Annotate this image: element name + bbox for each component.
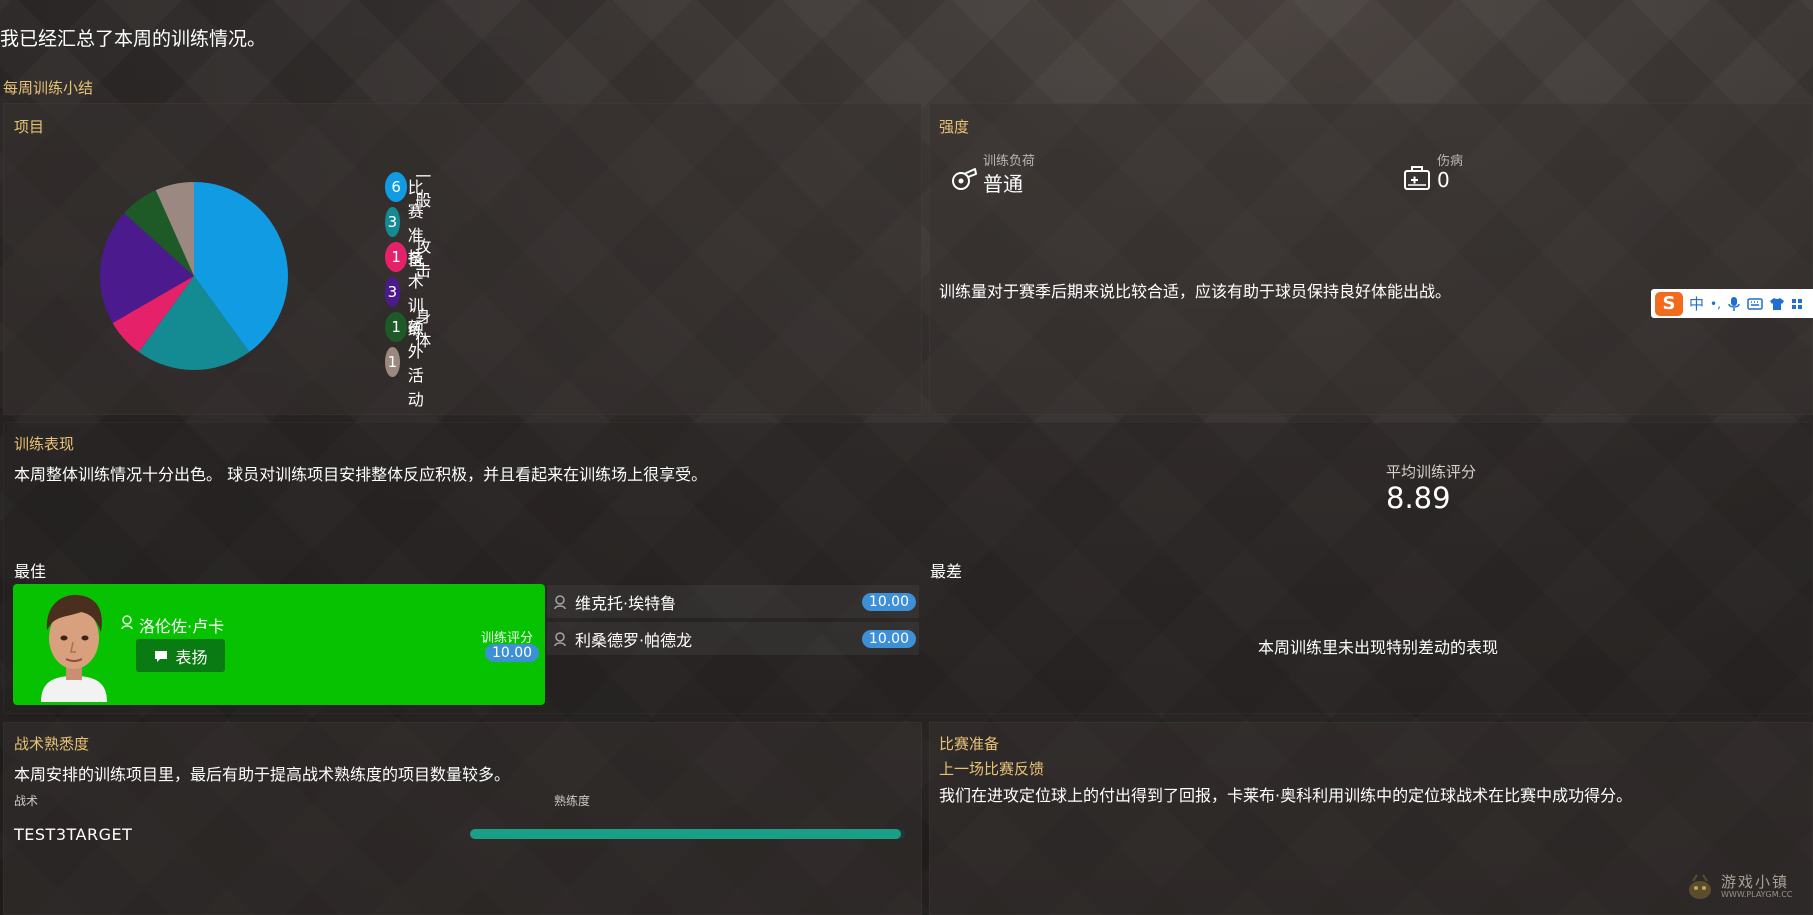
watermark: 游戏小镇 WWW.PLAYGM.CC bbox=[1685, 873, 1792, 901]
player-name[interactable]: 维克托·埃特鲁 bbox=[575, 590, 676, 614]
match-prep-title: 比赛准备 bbox=[939, 735, 1000, 753]
best-title: 最佳 bbox=[14, 562, 47, 581]
medical-kit-icon bbox=[1404, 166, 1430, 190]
average-rating-value: 8.89 bbox=[1386, 481, 1451, 515]
best-player-rating: 10.00 bbox=[485, 644, 540, 662]
player-row[interactable]: 维克托·埃特鲁 10.00 bbox=[547, 585, 919, 618]
best-player-card[interactable]: 洛伦佐·卢卡 表扬 训练评分 10.00 bbox=[13, 584, 545, 705]
tactic-column-header: 战术 bbox=[14, 794, 39, 808]
player-avatar bbox=[41, 594, 107, 702]
player-name[interactable]: 利桑德罗·帕德龙 bbox=[575, 627, 692, 651]
legend-count: 6 bbox=[385, 172, 408, 202]
praise-button-label: 表扬 bbox=[175, 647, 208, 667]
sessions-panel: 项目 6 一般 3 比赛准备 1 攻击 3 技术训练 1 身体 1 额外活动 bbox=[3, 103, 922, 415]
player-rating: 10.00 bbox=[861, 592, 916, 611]
familiarity-bar bbox=[470, 829, 905, 839]
skin-shirt-icon[interactable] bbox=[1769, 297, 1785, 311]
training-load-caption: 训练负荷 bbox=[983, 154, 1036, 169]
watermark-mascot-icon bbox=[1689, 874, 1711, 899]
injury-value: 0 bbox=[1437, 168, 1450, 192]
watermark-name: 游戏小镇 bbox=[1721, 873, 1790, 892]
match-prep-comment: 我们在进攻定位球上的付出得到了回报，卡莱布·奥科利用训练中的定位球战术在比赛中成… bbox=[939, 786, 1633, 805]
person-icon bbox=[554, 594, 566, 609]
ime-logo[interactable]: S bbox=[1655, 291, 1683, 316]
praise-button[interactable]: 表扬 bbox=[136, 639, 225, 672]
best-player-name[interactable]: 洛伦佐·卢卡 bbox=[139, 613, 224, 637]
player-rating: 10.00 bbox=[861, 629, 916, 648]
speech-bubble-icon bbox=[155, 650, 168, 662]
summary-title: 每周训练小结 bbox=[3, 79, 94, 97]
intensity-comment: 训练量对于赛季后期来说比较合适，应该有助于球员保持良好体能出战。 bbox=[939, 282, 1452, 301]
worst-empty-text: 本周训练里未出现特别差动的表现 bbox=[1258, 638, 1499, 657]
tactics-title: 战术熟悉度 bbox=[14, 735, 90, 753]
legend-count: 1 bbox=[385, 242, 408, 272]
legend-count: 1 bbox=[385, 312, 408, 342]
person-icon bbox=[121, 615, 133, 629]
worst-title: 最差 bbox=[930, 562, 963, 581]
ime-mode-toggle[interactable]: 中 bbox=[1689, 293, 1704, 314]
tactic-name[interactable]: TEST3TARGET bbox=[14, 825, 132, 844]
player-row[interactable]: 利桑德罗·帕德龙 10.00 bbox=[547, 622, 919, 655]
match-prep-panel: 比赛准备 上一场比赛反馈 我们在进攻定位球上的付出得到了回报，卡莱布·奥科利用训… bbox=[929, 722, 1813, 915]
performance-title: 训练表现 bbox=[14, 435, 75, 453]
tactics-comment: 本周安排的训练项目里，最后有助于提高战术熟练度的项目数量较多。 bbox=[14, 765, 511, 784]
grid-menu-icon[interactable] bbox=[1791, 297, 1803, 311]
legend-count: 1 bbox=[385, 347, 400, 377]
ime-toolbar[interactable]: S 中 •, bbox=[1651, 289, 1813, 318]
match-prep-subtitle: 上一场比赛反馈 bbox=[939, 760, 1045, 778]
whistle-icon bbox=[952, 168, 977, 190]
familiarity-column-header: 熟练度 bbox=[554, 794, 591, 808]
average-rating-caption: 平均训练评分 bbox=[1386, 463, 1477, 481]
familiarity-bar-fill bbox=[470, 829, 901, 839]
legend-count: 3 bbox=[385, 207, 400, 237]
tactics-panel: 战术熟悉度 本周安排的训练项目里，最后有助于提高战术熟练度的项目数量较多。 战术… bbox=[3, 722, 922, 915]
intensity-title: 强度 bbox=[939, 118, 970, 136]
sessions-pie-chart bbox=[100, 182, 288, 370]
keyboard-icon[interactable] bbox=[1747, 297, 1763, 311]
microphone-icon[interactable] bbox=[1727, 296, 1741, 312]
performance-comment: 本周整体训练情况十分出色。 球员对训练项目安排整体反应积极，并且看起来在训练场上… bbox=[14, 465, 708, 484]
legend-count: 3 bbox=[385, 277, 400, 307]
sessions-title: 项目 bbox=[14, 118, 45, 136]
injury-caption: 伤病 bbox=[1437, 154, 1464, 169]
person-icon bbox=[554, 631, 566, 646]
top-message: 我已经汇总了本周的训练情况。 bbox=[0, 28, 267, 50]
intensity-panel: 强度 训练负荷 普通 伤病 0 训练量对于赛季后期来说比较合适，应该有助于球员保… bbox=[929, 103, 1813, 415]
legend-item: 1 额外活动 bbox=[385, 318, 439, 409]
watermark-site: WWW.PLAYGM.CC bbox=[1721, 889, 1793, 899]
legend-label: 额外活动 bbox=[407, 318, 424, 409]
training-load-value: 普通 bbox=[983, 172, 1023, 196]
ime-punctuation-toggle[interactable]: •, bbox=[1710, 297, 1721, 311]
